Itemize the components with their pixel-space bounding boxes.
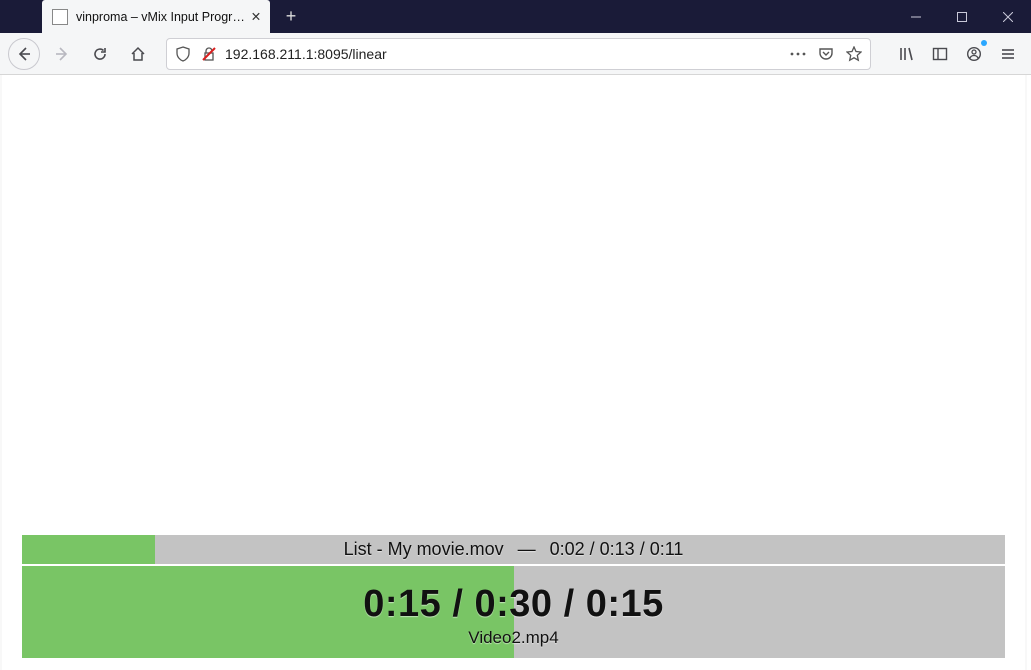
shield-icon[interactable] <box>173 44 193 64</box>
tab-title: vinproma – vMix Input Progress Mo <box>76 10 248 24</box>
sidebar-icon <box>932 46 948 62</box>
tab-favicon <box>52 9 68 25</box>
progress-bar-pgm: List - My movie.mov — 0:02 / 0:13 / 0:11 <box>22 535 1005 564</box>
hamburger-icon <box>1000 46 1016 62</box>
toolbar-right <box>891 38 1023 70</box>
pgm-times: 0:02 / 0:13 / 0:11 <box>550 539 684 560</box>
library-button[interactable] <box>891 38 921 70</box>
arrow-right-icon <box>54 46 70 62</box>
close-icon <box>1003 12 1013 22</box>
prv-filename: Video2.mp4 <box>468 628 558 648</box>
home-button[interactable] <box>122 38 154 70</box>
minimize-icon <box>911 12 921 22</box>
pocket-icon[interactable] <box>816 44 836 64</box>
progress-bars-wrapper: List - My movie.mov — 0:02 / 0:13 / 0:11… <box>22 535 1005 658</box>
plus-icon: + <box>286 6 297 27</box>
app-menu-button[interactable] <box>993 38 1023 70</box>
progress-bar-prv: 0:15 / 0:30 / 0:15 Video2.mp4 <box>22 566 1005 658</box>
tab-strip: vinproma – vMix Input Progress Mo ✕ + <box>42 0 306 33</box>
profile-icon <box>966 46 982 62</box>
arrow-left-icon <box>16 46 32 62</box>
url-input[interactable] <box>225 46 782 62</box>
window-minimize-button[interactable] <box>893 0 939 33</box>
pgm-title: List - My movie.mov <box>344 539 504 560</box>
window-controls <box>893 0 1031 33</box>
browser-tab-active[interactable]: vinproma – vMix Input Progress Mo ✕ <box>42 0 270 33</box>
sidebar-button[interactable] <box>925 38 955 70</box>
urlbar-actions <box>788 44 864 64</box>
window-close-button[interactable] <box>985 0 1031 33</box>
prv-times: 0:15 / 0:30 / 0:15 <box>363 583 664 626</box>
nav-forward-button[interactable] <box>46 38 78 70</box>
home-icon <box>130 46 146 62</box>
profile-button[interactable] <box>959 38 989 70</box>
window-titlebar: vinproma – vMix Input Progress Mo ✕ + <box>0 0 1031 33</box>
page-viewport: List - My movie.mov — 0:02 / 0:13 / 0:11… <box>0 75 1027 670</box>
new-tab-button[interactable]: + <box>276 2 306 32</box>
library-icon <box>898 46 914 62</box>
progress-bar-prv-content: 0:15 / 0:30 / 0:15 Video2.mp4 <box>22 566 1005 658</box>
reload-icon <box>92 46 108 62</box>
pgm-separator: — <box>518 539 536 560</box>
window-maximize-button[interactable] <box>939 0 985 33</box>
maximize-icon <box>957 12 967 22</box>
bookmark-star-icon[interactable] <box>844 44 864 64</box>
browser-toolbar <box>0 33 1031 75</box>
progress-bar-pgm-content: List - My movie.mov — 0:02 / 0:13 / 0:11 <box>22 535 1005 564</box>
reload-button[interactable] <box>84 38 116 70</box>
page-actions-icon[interactable] <box>788 44 808 64</box>
url-bar[interactable] <box>166 38 871 70</box>
nav-back-button[interactable] <box>8 38 40 70</box>
tab-close-icon[interactable]: ✕ <box>248 9 264 25</box>
insecure-lock-icon[interactable] <box>199 44 219 64</box>
